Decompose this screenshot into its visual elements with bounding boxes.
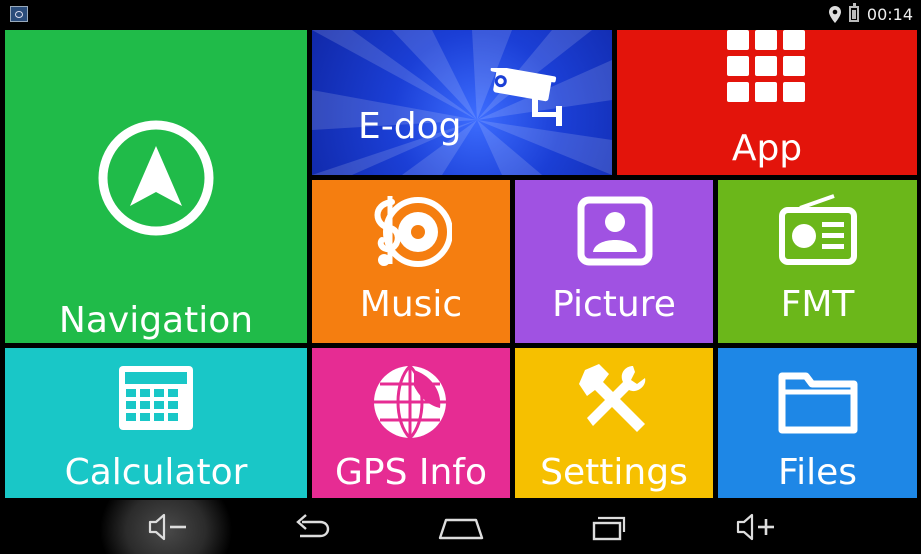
status-indicators: 00:14: [828, 3, 913, 24]
files-label: Files: [778, 452, 857, 493]
picture-label: Picture: [552, 284, 676, 325]
fmt-tile[interactable]: FMT: [718, 180, 917, 343]
location-pin-icon: [828, 5, 841, 23]
home-tile-grid: Navigation E-dog App Music Picture FMT C…: [0, 0, 921, 500]
volume-down-icon[interactable]: [146, 510, 190, 544]
music-label: Music: [359, 284, 463, 325]
fmt-label: FMT: [780, 284, 855, 325]
recent-apps-icon[interactable]: [588, 510, 632, 544]
app-tile[interactable]: App: [617, 30, 917, 175]
navigation-tile[interactable]: Navigation: [5, 30, 307, 343]
volume-up-icon[interactable]: [734, 510, 780, 544]
settings-label: Settings: [540, 452, 688, 493]
status-bar: 00:14: [0, 0, 921, 28]
home-icon[interactable]: [436, 510, 486, 544]
settings-tile[interactable]: Settings: [515, 348, 713, 498]
files-tile[interactable]: Files: [718, 348, 917, 498]
picture-icon: [577, 196, 653, 266]
edog-label: E-dog: [358, 106, 462, 147]
music-disc-icon: [374, 196, 452, 267]
notification-app-icon: [10, 6, 28, 22]
tools-icon: [579, 364, 646, 432]
camera-icon: [490, 68, 562, 126]
calculator-label: Calculator: [64, 452, 248, 493]
folder-icon: [778, 372, 858, 434]
app-label: App: [731, 128, 803, 169]
radio-icon: [779, 194, 857, 265]
calculator-tile[interactable]: Calculator: [5, 348, 307, 498]
app-grid-icon: [727, 30, 805, 102]
gps-info-tile[interactable]: GPS Info: [312, 348, 510, 498]
status-time: 00:14: [866, 4, 913, 24]
picture-tile[interactable]: Picture: [515, 180, 713, 343]
edog-tile[interactable]: E-dog: [312, 30, 612, 175]
gps-info-label: GPS Info: [334, 452, 488, 493]
music-tile[interactable]: Music: [312, 180, 510, 343]
navigation-arrow-icon: [98, 120, 214, 236]
back-icon[interactable]: [290, 510, 334, 544]
calculator-icon: [119, 366, 193, 430]
navigation-bar: [0, 500, 921, 554]
navigation-label: Navigation: [58, 300, 254, 341]
globe-icon: [374, 364, 446, 440]
battery-icon: [848, 3, 859, 22]
